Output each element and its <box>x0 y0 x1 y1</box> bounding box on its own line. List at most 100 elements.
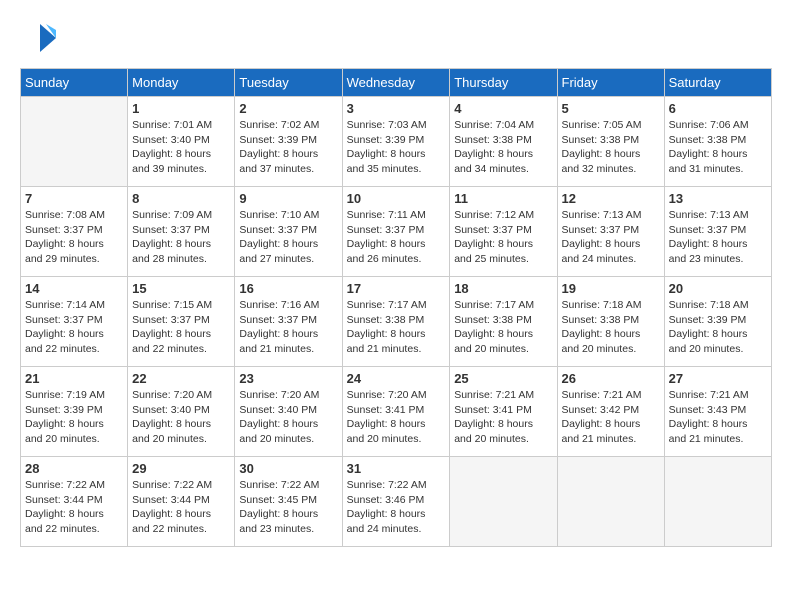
calendar-cell: 9 Sunrise: 7:10 AMSunset: 3:37 PMDayligh… <box>235 187 342 277</box>
calendar-cell: 25 Sunrise: 7:21 AMSunset: 3:41 PMDaylig… <box>450 367 557 457</box>
day-detail: Sunrise: 7:15 AMSunset: 3:37 PMDaylight:… <box>132 299 212 355</box>
day-detail: Sunrise: 7:13 AMSunset: 3:37 PMDaylight:… <box>562 209 642 265</box>
day-detail: Sunrise: 7:21 AMSunset: 3:42 PMDaylight:… <box>562 389 642 445</box>
day-detail: Sunrise: 7:21 AMSunset: 3:43 PMDaylight:… <box>669 389 749 445</box>
day-number: 4 <box>454 101 552 116</box>
day-detail: Sunrise: 7:22 AMSunset: 3:44 PMDaylight:… <box>132 479 212 535</box>
day-number: 3 <box>347 101 446 116</box>
calendar-cell: 21 Sunrise: 7:19 AMSunset: 3:39 PMDaylig… <box>21 367 128 457</box>
calendar-cell: 24 Sunrise: 7:20 AMSunset: 3:41 PMDaylig… <box>342 367 450 457</box>
day-detail: Sunrise: 7:11 AMSunset: 3:37 PMDaylight:… <box>347 209 426 265</box>
day-number: 6 <box>669 101 767 116</box>
day-number: 18 <box>454 281 552 296</box>
calendar-cell: 29 Sunrise: 7:22 AMSunset: 3:44 PMDaylig… <box>128 457 235 547</box>
calendar-cell: 11 Sunrise: 7:12 AMSunset: 3:37 PMDaylig… <box>450 187 557 277</box>
day-number: 24 <box>347 371 446 386</box>
day-detail: Sunrise: 7:21 AMSunset: 3:41 PMDaylight:… <box>454 389 534 445</box>
day-detail: Sunrise: 7:06 AMSunset: 3:38 PMDaylight:… <box>669 119 749 175</box>
day-number: 19 <box>562 281 660 296</box>
day-number: 17 <box>347 281 446 296</box>
calendar-cell: 6 Sunrise: 7:06 AMSunset: 3:38 PMDayligh… <box>664 97 771 187</box>
weekday-header-wednesday: Wednesday <box>342 69 450 97</box>
calendar-cell: 17 Sunrise: 7:17 AMSunset: 3:38 PMDaylig… <box>342 277 450 367</box>
day-detail: Sunrise: 7:22 AMSunset: 3:46 PMDaylight:… <box>347 479 427 535</box>
day-number: 22 <box>132 371 230 386</box>
calendar-cell: 13 Sunrise: 7:13 AMSunset: 3:37 PMDaylig… <box>664 187 771 277</box>
calendar-cell: 22 Sunrise: 7:20 AMSunset: 3:40 PMDaylig… <box>128 367 235 457</box>
logo <box>20 20 56 56</box>
day-number: 26 <box>562 371 660 386</box>
day-number: 5 <box>562 101 660 116</box>
calendar-cell: 8 Sunrise: 7:09 AMSunset: 3:37 PMDayligh… <box>128 187 235 277</box>
calendar-cell <box>21 97 128 187</box>
day-number: 15 <box>132 281 230 296</box>
calendar-cell: 1 Sunrise: 7:01 AMSunset: 3:40 PMDayligh… <box>128 97 235 187</box>
day-detail: Sunrise: 7:09 AMSunset: 3:37 PMDaylight:… <box>132 209 212 265</box>
calendar-cell: 2 Sunrise: 7:02 AMSunset: 3:39 PMDayligh… <box>235 97 342 187</box>
calendar-cell: 27 Sunrise: 7:21 AMSunset: 3:43 PMDaylig… <box>664 367 771 457</box>
calendar-cell: 10 Sunrise: 7:11 AMSunset: 3:37 PMDaylig… <box>342 187 450 277</box>
day-number: 25 <box>454 371 552 386</box>
day-detail: Sunrise: 7:03 AMSunset: 3:39 PMDaylight:… <box>347 119 427 175</box>
weekday-header-monday: Monday <box>128 69 235 97</box>
day-number: 9 <box>239 191 337 206</box>
calendar: SundayMondayTuesdayWednesdayThursdayFrid… <box>20 68 772 547</box>
day-detail: Sunrise: 7:14 AMSunset: 3:37 PMDaylight:… <box>25 299 105 355</box>
day-number: 21 <box>25 371 123 386</box>
calendar-cell: 3 Sunrise: 7:03 AMSunset: 3:39 PMDayligh… <box>342 97 450 187</box>
day-detail: Sunrise: 7:08 AMSunset: 3:37 PMDaylight:… <box>25 209 105 265</box>
day-detail: Sunrise: 7:18 AMSunset: 3:39 PMDaylight:… <box>669 299 749 355</box>
calendar-cell: 18 Sunrise: 7:17 AMSunset: 3:38 PMDaylig… <box>450 277 557 367</box>
day-detail: Sunrise: 7:20 AMSunset: 3:40 PMDaylight:… <box>239 389 319 445</box>
calendar-cell: 31 Sunrise: 7:22 AMSunset: 3:46 PMDaylig… <box>342 457 450 547</box>
day-number: 8 <box>132 191 230 206</box>
day-detail: Sunrise: 7:17 AMSunset: 3:38 PMDaylight:… <box>347 299 427 355</box>
day-detail: Sunrise: 7:12 AMSunset: 3:37 PMDaylight:… <box>454 209 534 265</box>
weekday-header-friday: Friday <box>557 69 664 97</box>
calendar-cell: 12 Sunrise: 7:13 AMSunset: 3:37 PMDaylig… <box>557 187 664 277</box>
weekday-header-tuesday: Tuesday <box>235 69 342 97</box>
day-detail: Sunrise: 7:20 AMSunset: 3:40 PMDaylight:… <box>132 389 212 445</box>
day-number: 16 <box>239 281 337 296</box>
day-number: 14 <box>25 281 123 296</box>
day-number: 7 <box>25 191 123 206</box>
day-number: 1 <box>132 101 230 116</box>
day-detail: Sunrise: 7:16 AMSunset: 3:37 PMDaylight:… <box>239 299 319 355</box>
calendar-cell: 20 Sunrise: 7:18 AMSunset: 3:39 PMDaylig… <box>664 277 771 367</box>
day-detail: Sunrise: 7:17 AMSunset: 3:38 PMDaylight:… <box>454 299 534 355</box>
day-number: 30 <box>239 461 337 476</box>
calendar-cell: 26 Sunrise: 7:21 AMSunset: 3:42 PMDaylig… <box>557 367 664 457</box>
day-detail: Sunrise: 7:22 AMSunset: 3:44 PMDaylight:… <box>25 479 105 535</box>
day-number: 2 <box>239 101 337 116</box>
day-number: 27 <box>669 371 767 386</box>
day-detail: Sunrise: 7:02 AMSunset: 3:39 PMDaylight:… <box>239 119 319 175</box>
calendar-cell: 4 Sunrise: 7:04 AMSunset: 3:38 PMDayligh… <box>450 97 557 187</box>
day-number: 23 <box>239 371 337 386</box>
day-number: 12 <box>562 191 660 206</box>
calendar-cell <box>450 457 557 547</box>
day-number: 13 <box>669 191 767 206</box>
calendar-cell: 23 Sunrise: 7:20 AMSunset: 3:40 PMDaylig… <box>235 367 342 457</box>
calendar-cell: 16 Sunrise: 7:16 AMSunset: 3:37 PMDaylig… <box>235 277 342 367</box>
calendar-cell: 15 Sunrise: 7:15 AMSunset: 3:37 PMDaylig… <box>128 277 235 367</box>
day-number: 20 <box>669 281 767 296</box>
day-number: 10 <box>347 191 446 206</box>
day-detail: Sunrise: 7:01 AMSunset: 3:40 PMDaylight:… <box>132 119 212 175</box>
day-detail: Sunrise: 7:05 AMSunset: 3:38 PMDaylight:… <box>562 119 642 175</box>
day-number: 28 <box>25 461 123 476</box>
day-detail: Sunrise: 7:18 AMSunset: 3:38 PMDaylight:… <box>562 299 642 355</box>
calendar-cell: 14 Sunrise: 7:14 AMSunset: 3:37 PMDaylig… <box>21 277 128 367</box>
day-detail: Sunrise: 7:13 AMSunset: 3:37 PMDaylight:… <box>669 209 749 265</box>
day-number: 29 <box>132 461 230 476</box>
day-detail: Sunrise: 7:20 AMSunset: 3:41 PMDaylight:… <box>347 389 427 445</box>
calendar-cell: 28 Sunrise: 7:22 AMSunset: 3:44 PMDaylig… <box>21 457 128 547</box>
day-number: 31 <box>347 461 446 476</box>
calendar-cell: 19 Sunrise: 7:18 AMSunset: 3:38 PMDaylig… <box>557 277 664 367</box>
day-detail: Sunrise: 7:04 AMSunset: 3:38 PMDaylight:… <box>454 119 534 175</box>
calendar-cell <box>557 457 664 547</box>
calendar-cell: 5 Sunrise: 7:05 AMSunset: 3:38 PMDayligh… <box>557 97 664 187</box>
weekday-header-sunday: Sunday <box>21 69 128 97</box>
weekday-header-saturday: Saturday <box>664 69 771 97</box>
day-number: 11 <box>454 191 552 206</box>
day-detail: Sunrise: 7:22 AMSunset: 3:45 PMDaylight:… <box>239 479 319 535</box>
